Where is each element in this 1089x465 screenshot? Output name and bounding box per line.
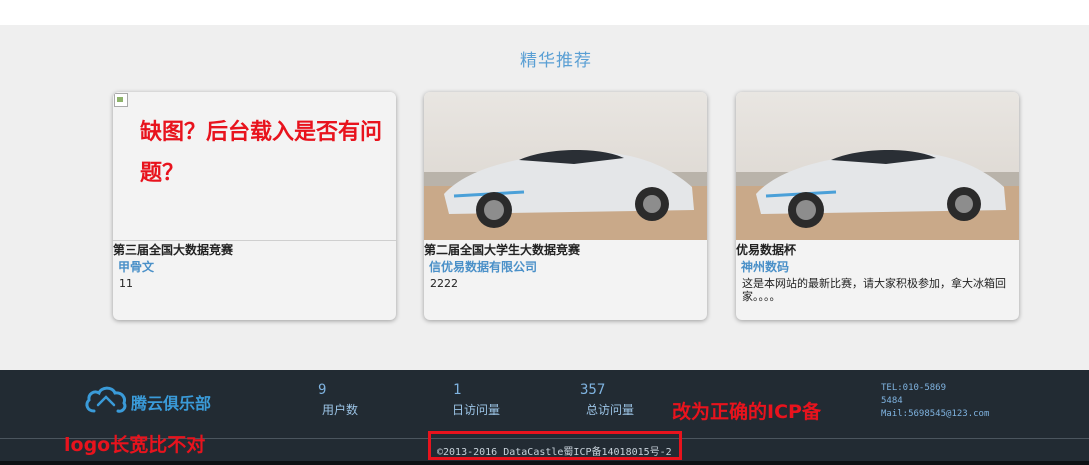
footer-logo[interactable]: 腾云俱乐部 — [84, 385, 211, 415]
card-description: 11 — [119, 277, 133, 290]
logo-text: 腾云俱乐部 — [131, 394, 212, 413]
stat-label: 日访问量 — [451, 403, 500, 417]
contact-tel: TEL:010-58695484 — [881, 383, 947, 406]
annotation-icp-box — [428, 431, 682, 460]
card-organizer[interactable]: 信优易数据有限公司 — [429, 258, 537, 275]
stat-users: 9 用户数 — [300, 382, 380, 418]
stat-label: 总访问量 — [585, 403, 634, 417]
card-organizer[interactable]: 神州数码 — [741, 258, 789, 275]
car-photo-icon — [424, 92, 707, 240]
annotation-broken-image: 缺图？后台载入是否有问题？ — [140, 120, 383, 186]
bottom-strip — [0, 461, 1089, 465]
contact-mail[interactable]: Mail:5698545@123.com — [881, 408, 1021, 421]
card-image[interactable] — [424, 92, 707, 240]
car-photo-icon — [736, 92, 1019, 240]
card-organizer[interactable]: 甲骨文 — [118, 258, 154, 275]
annotation-logo: logo长宽比不对 — [64, 434, 206, 456]
stat-value: 357 — [580, 382, 606, 398]
card-title[interactable]: 优易数据杯 — [736, 241, 1019, 258]
contact-info: TEL:010-58695484 Mail:5698545@123.com — [881, 382, 1021, 421]
card-image[interactable] — [736, 92, 1019, 240]
cloud-icon — [85, 386, 127, 413]
stat-daily-visits: 1 日访问量 — [436, 382, 516, 418]
stat-label: 用户数 — [321, 403, 358, 417]
stat-value: 9 — [318, 382, 327, 398]
card-title[interactable]: 第二届全国大学生大数据竞赛 — [424, 241, 707, 258]
competition-card[interactable]: 第二届全国大学生大数据竞赛 信优易数据有限公司 2222 — [424, 92, 707, 320]
competition-card[interactable]: 优易数据杯 神州数码 这是本网站的最新比赛，请大家积极参加，拿大冰箱回家。。。。 — [736, 92, 1019, 320]
annotation-icp: 改为正确的ICP备 — [672, 401, 821, 423]
section-title: 精华推荐 — [520, 51, 592, 71]
card-title[interactable]: 第三届全国大数据竞赛 — [113, 241, 396, 258]
card-description: 2222 — [430, 277, 458, 290]
top-bar — [0, 0, 1089, 25]
broken-image-icon — [114, 93, 128, 107]
stat-value: 1 — [453, 382, 462, 398]
card-description: 这是本网站的最新比赛，请大家积极参加，拿大冰箱回家。。。。 — [742, 277, 1006, 303]
stat-total-visits: 357 总访问量 — [570, 382, 650, 418]
